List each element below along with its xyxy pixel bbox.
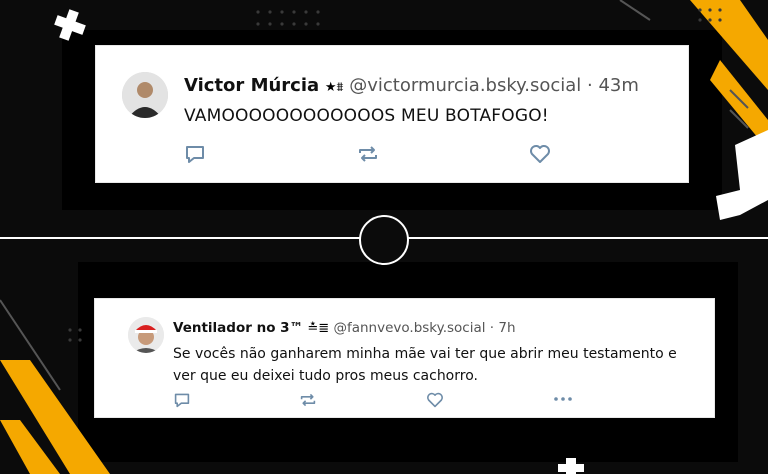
repost-icon[interactable] <box>298 392 318 408</box>
reply-icon[interactable] <box>173 392 191 408</box>
reply-icon[interactable] <box>184 144 206 164</box>
post-card-2[interactable]: Ventilador no 3™ ≛≣ @fannvevo.bsky.socia… <box>95 299 714 417</box>
post-header: Ventilador no 3™ ≛≣ @fannvevo.bsky.socia… <box>173 320 516 336</box>
like-icon[interactable] <box>529 144 551 164</box>
author-name[interactable]: Victor Múrcia <box>184 75 319 96</box>
post-header: Victor Múrcia ★⩩ @victormurcia.bsky.soci… <box>184 75 639 96</box>
author-name[interactable]: Ventilador no 3™ <box>173 320 303 336</box>
like-icon[interactable] <box>426 392 444 408</box>
post-time[interactable]: · 7h <box>490 320 516 336</box>
author-badge: ★⩩ <box>324 80 344 95</box>
author-handle[interactable]: @victormurcia.bsky.social <box>349 75 581 96</box>
author-handle[interactable]: @fannvevo.bsky.social <box>333 320 485 336</box>
avatar[interactable] <box>122 72 168 118</box>
post-text: VAMOOOOOOOOOOOOS MEU BOTAFOGO! <box>184 106 549 126</box>
post-time[interactable]: · 43m <box>587 75 639 96</box>
repost-icon[interactable] <box>356 144 380 164</box>
avatar[interactable] <box>128 317 164 353</box>
post-card-1[interactable]: Victor Múrcia ★⩩ @victormurcia.bsky.soci… <box>96 46 688 182</box>
more-icon[interactable] <box>553 395 573 403</box>
post-text: Se vocês não ganharem minha mãe vai ter … <box>173 346 677 384</box>
author-badge: ≛≣ <box>307 321 330 336</box>
center-circle <box>359 215 409 265</box>
